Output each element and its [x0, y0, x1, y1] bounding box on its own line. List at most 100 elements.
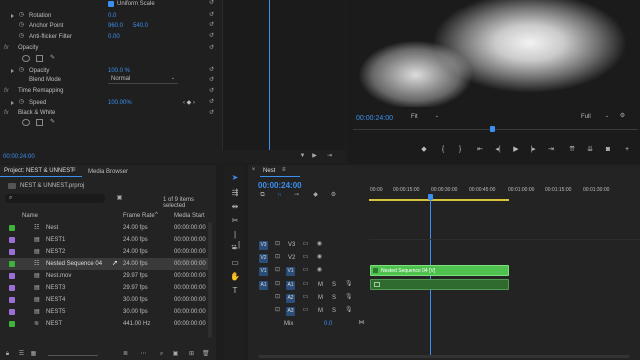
add-marker-icon[interactable]: ◆: [312, 192, 319, 199]
stopwatch-icon[interactable]: ◷: [18, 22, 25, 29]
hand-tool-icon[interactable]: ✋: [229, 272, 241, 282]
effects-mini-timeline[interactable]: [222, 0, 345, 150]
opacity-value[interactable]: 100.0 %: [108, 68, 130, 74]
play-icon[interactable]: ▶: [512, 146, 520, 154]
column-frame-rate[interactable]: Frame Rate: [123, 213, 155, 219]
reset-icon[interactable]: ↺: [208, 110, 215, 117]
audio-clip[interactable]: [370, 279, 509, 290]
rectangle-mask-icon[interactable]: [36, 55, 43, 62]
solo-button[interactable]: S: [332, 308, 336, 314]
program-timecode[interactable]: 00:00:24:00: [356, 115, 393, 122]
camera-icon[interactable]: ◙: [604, 146, 612, 154]
filter-icon[interactable]: ▼: [299, 153, 306, 160]
reset-icon[interactable]: ↺: [208, 45, 215, 52]
lock-icon[interactable]: 🔒︎: [4, 351, 11, 358]
column-name[interactable]: Name: [22, 213, 38, 219]
fit-dropdown[interactable]: Fit ⌄: [409, 113, 439, 122]
stopwatch-icon[interactable]: ◷: [18, 67, 25, 74]
blend-mode-dropdown[interactable]: Normal ⌄: [108, 75, 178, 84]
solo-button[interactable]: S: [332, 282, 336, 288]
reset-icon[interactable]: ↺: [208, 67, 215, 74]
pen-mask-icon[interactable]: ✎: [49, 55, 56, 62]
list-item[interactable]: ▤ NEST1 24.00 fps 00:00:00:00: [0, 234, 210, 246]
timeline-tab[interactable]: Nest ≡: [260, 165, 300, 177]
source-patch-v3[interactable]: V3: [259, 241, 268, 250]
track-target-a1[interactable]: A1: [286, 281, 295, 290]
list-item[interactable]: ▤ NEST5 30.00 fps 00:00:00:00: [0, 306, 210, 318]
eye-icon[interactable]: ◉: [316, 254, 323, 261]
close-icon[interactable]: ×: [250, 167, 257, 174]
uniform-scale-checkbox[interactable]: [108, 1, 114, 7]
reset-icon[interactable]: ↺: [208, 12, 215, 19]
list-item[interactable]: ≋ NEST 441.00 Hz 00:00:00:00: [0, 318, 210, 330]
stopwatch-icon[interactable]: ◷: [18, 99, 25, 106]
ripple-edit-tool-icon[interactable]: ⇹: [229, 202, 241, 212]
lock-icon[interactable]: ⊡: [274, 267, 281, 274]
rectangle-mask-icon[interactable]: [36, 119, 43, 126]
microphone-icon[interactable]: 🎙︎: [345, 281, 353, 288]
project-scrollbar[interactable]: [208, 222, 212, 338]
label-color-swatch[interactable]: [9, 321, 15, 327]
mute-button[interactable]: M: [318, 295, 323, 301]
track-target-a2[interactable]: A2: [286, 294, 295, 303]
add-marker-icon[interactable]: ◆: [420, 146, 428, 154]
eye-icon[interactable]: ◉: [316, 241, 323, 248]
sort-up-icon[interactable]: ^: [155, 212, 158, 218]
source-patch-v2[interactable]: V2: [259, 254, 268, 263]
list-item[interactable]: ▤ Nest.mov 29.97 fps 00:00:00:00: [0, 270, 210, 282]
sync-icon[interactable]: ▭: [302, 267, 309, 274]
slip-tool-icon[interactable]: |↔|: [229, 230, 241, 249]
lock-icon[interactable]: ⊡: [274, 241, 281, 248]
menu-icon[interactable]: ≡: [72, 167, 76, 173]
go-to-in-icon[interactable]: ⇤: [476, 146, 484, 154]
lift-icon[interactable]: ⇈: [568, 146, 576, 154]
ellipse-mask-icon[interactable]: [22, 119, 30, 126]
new-bin-icon[interactable]: ▣: [116, 195, 123, 202]
lock-icon[interactable]: ⊡: [274, 294, 281, 301]
list-item[interactable]: ▤ NEST3 29.97 fps 00:00:00:00: [0, 282, 210, 294]
step-back-icon[interactable]: ◂|: [494, 146, 502, 154]
type-tool-icon[interactable]: T: [229, 286, 241, 296]
label-color-swatch[interactable]: [9, 285, 15, 291]
project-tab[interactable]: Project: NEST & UNNEST ≡: [0, 165, 82, 177]
trash-icon[interactable]: 🗑︎: [202, 351, 210, 358]
track-select-tool-icon[interactable]: ⇶: [229, 188, 241, 198]
opacity-expand-icon[interactable]: [11, 69, 14, 73]
label-color-swatch[interactable]: [9, 297, 15, 303]
list-item[interactable]: ▤ NEST2 24.00 fps 00:00:00:00: [0, 246, 210, 258]
program-playhead[interactable]: [490, 126, 495, 132]
effects-playhead[interactable]: [269, 0, 270, 150]
media-browser-tab[interactable]: Media Browser: [88, 169, 128, 175]
step-forward-icon[interactable]: |▸: [529, 146, 537, 154]
pen-mask-icon[interactable]: ✎: [49, 119, 56, 126]
timeline-timecode[interactable]: 00:00:24:00: [258, 181, 302, 190]
reset-icon[interactable]: ↺: [208, 88, 215, 95]
label-color-swatch[interactable]: [9, 273, 15, 279]
video-clip[interactable]: Nested Sequence 04 [V]: [370, 265, 509, 276]
effects-timecode[interactable]: 00:00:24:00: [3, 154, 35, 160]
speed-expand-icon[interactable]: [11, 101, 14, 105]
export-icon[interactable]: ⇥: [326, 153, 333, 160]
video-frame[interactable]: [353, 0, 638, 107]
label-color-swatch[interactable]: [9, 261, 15, 267]
rotation-expand-icon[interactable]: [11, 14, 14, 18]
lock-icon[interactable]: ⊡: [274, 254, 281, 261]
antiflicker-value[interactable]: 0.00: [108, 34, 120, 40]
time-ruler[interactable]: 00:00 00:00:15:00 00:00:30:00 00:00:45:0…: [369, 181, 640, 201]
zoom-slider[interactable]: [48, 355, 98, 356]
new-bin-icon[interactable]: ▣: [172, 351, 179, 358]
keyframe-nav-icon[interactable]: ‹ ◆ ›: [183, 99, 195, 106]
program-scrub-bar[interactable]: [353, 129, 638, 130]
label-color-swatch[interactable]: [9, 225, 15, 231]
wrench-icon[interactable]: ⚙: [619, 113, 626, 120]
search-input[interactable]: ⌕: [5, 194, 105, 203]
list-view-icon[interactable]: ☰: [18, 351, 25, 358]
quality-dropdown[interactable]: Full ⌄: [579, 113, 609, 122]
sync-icon[interactable]: ▭: [302, 241, 309, 248]
sync-icon[interactable]: ▭: [302, 254, 309, 261]
timeline-zoom-scrollbar[interactable]: [258, 355, 630, 358]
rotation-value[interactable]: 0.0: [108, 13, 116, 19]
speed-value[interactable]: 100.00%: [108, 100, 132, 106]
anchor-y-value[interactable]: 540.0: [133, 23, 148, 29]
lock-icon[interactable]: ⊡: [274, 281, 281, 288]
